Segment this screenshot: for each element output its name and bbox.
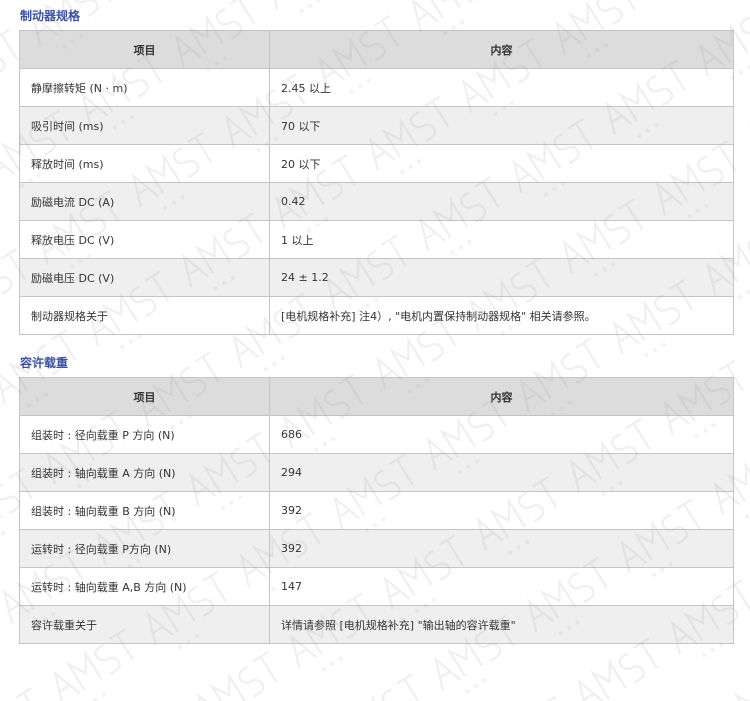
- allowable-load-title: 容许载重: [20, 356, 69, 370]
- table-row: 励磁电压 DC (V) 24 ± 1.2: [19, 258, 734, 297]
- row-item: 励磁电流 DC (A): [19, 182, 270, 221]
- table-header-row: 项目 内容: [19, 30, 734, 69]
- row-item: 释放电压 DC (V): [19, 220, 270, 259]
- table-row: 组装时 : 轴向载重 A 方向 (N) 294: [19, 453, 734, 492]
- column-header-item: 项目: [19, 30, 270, 69]
- table-row: 制动器规格关于 [电机规格补充] 注4）, "电机内置保持制动器规格" 相关请参…: [19, 296, 734, 335]
- allowable-load-table: 项目 内容 组装时 : 径向载重 P 方向 (N) 686 组装时 : 轴向载重…: [19, 377, 734, 644]
- row-value: 70 以下: [269, 106, 734, 145]
- row-value: 1 以上: [269, 220, 734, 259]
- brake-spec-title: 制动器规格: [20, 9, 81, 23]
- row-item: 容许载重关于: [19, 605, 270, 644]
- row-item: 静摩擦转矩 (N · m): [19, 68, 270, 107]
- row-value: 294: [269, 453, 734, 492]
- row-value: 24 ± 1.2: [269, 258, 734, 297]
- row-value: 0.42: [269, 182, 734, 221]
- row-item: 组装时 : 轴向载重 B 方向 (N): [19, 491, 270, 530]
- table-row: 吸引时间 (ms) 70 以下: [19, 106, 734, 145]
- row-value: 2.45 以上: [269, 68, 734, 107]
- table-row: 运转时 : 轴向载重 A,B 方向 (N) 147: [19, 567, 734, 606]
- row-item: 释放时间 (ms): [19, 144, 270, 183]
- row-item: 吸引时间 (ms): [19, 106, 270, 145]
- row-value: 20 以下: [269, 144, 734, 183]
- table-header-row: 项目 内容: [19, 377, 734, 416]
- row-value: [电机规格补充] 注4）, "电机内置保持制动器规格" 相关请参照。: [269, 296, 734, 335]
- row-value: 392: [269, 529, 734, 568]
- table-row: 释放时间 (ms) 20 以下: [19, 144, 734, 183]
- row-item: 组装时 : 轴向载重 A 方向 (N): [19, 453, 270, 492]
- row-value: 392: [269, 491, 734, 530]
- table-row: 释放电压 DC (V) 1 以上: [19, 220, 734, 259]
- row-value: 686: [269, 415, 734, 454]
- row-item: 制动器规格关于: [19, 296, 270, 335]
- column-header-item: 项目: [19, 377, 270, 416]
- table-row: 励磁电流 DC (A) 0.42: [19, 182, 734, 221]
- column-header-content: 内容: [269, 30, 734, 69]
- row-item: 运转时 : 径向载重 P方向 (N): [19, 529, 270, 568]
- brake-spec-table: 项目 内容 静摩擦转矩 (N · m) 2.45 以上 吸引时间 (ms) 70…: [19, 30, 734, 335]
- table-row: 运转时 : 径向载重 P方向 (N) 392: [19, 529, 734, 568]
- table-row: 组装时 : 轴向载重 B 方向 (N) 392: [19, 491, 734, 530]
- table-row: 组装时 : 径向载重 P 方向 (N) 686: [19, 415, 734, 454]
- row-value: 详情请参照 [电机规格补充] "输出轴的容许载重": [269, 605, 734, 644]
- row-item: 运转时 : 轴向载重 A,B 方向 (N): [19, 567, 270, 606]
- row-item: 组装时 : 径向载重 P 方向 (N): [19, 415, 270, 454]
- row-value: 147: [269, 567, 734, 606]
- column-header-content: 内容: [269, 377, 734, 416]
- row-item: 励磁电压 DC (V): [19, 258, 270, 297]
- table-row: 容许载重关于 详情请参照 [电机规格补充] "输出轴的容许载重": [19, 605, 734, 644]
- table-row: 静摩擦转矩 (N · m) 2.45 以上: [19, 68, 734, 107]
